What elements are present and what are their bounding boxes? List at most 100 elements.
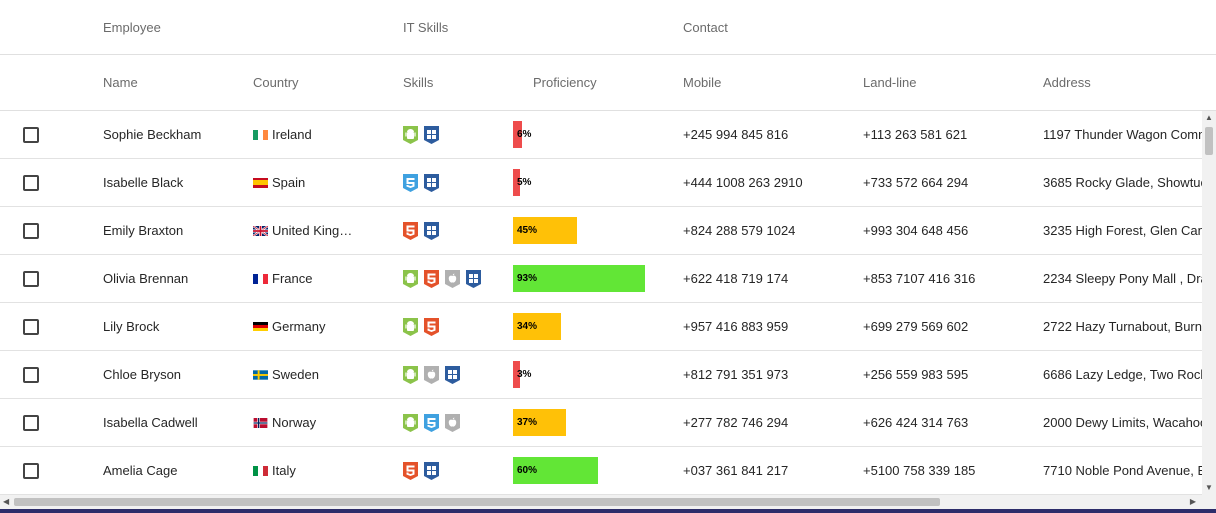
table-row[interactable]: Olivia Brennan France 93% +622 418 719 174 +… [0,255,1202,303]
cell-name[interactable]: Sophie Beckham [103,111,243,158]
cell-country[interactable]: United Kingdom [253,207,393,254]
table-row[interactable]: Amelia Cage Italy 60% +037 361 841 217 +5100… [0,447,1202,495]
group-header-contact[interactable]: Contact [683,0,728,54]
row-checkbox[interactable] [23,414,39,431]
cell-country[interactable]: Italy [253,447,393,494]
column-header-proficiency[interactable]: Proficiency [533,55,597,110]
vertical-scroll-thumb[interactable] [1205,127,1213,155]
cell-mobile[interactable]: +245 994 845 816 [683,111,853,158]
cell-mobile[interactable]: +957 416 883 959 [683,303,853,350]
cell-mobile[interactable]: +277 782 746 294 [683,399,853,446]
cell-name[interactable]: Chloe Bryson [103,351,243,398]
html5-icon [403,461,418,480]
cell-landline[interactable]: +626 424 314 763 [863,399,1033,446]
column-header-mobile[interactable]: Mobile [683,55,721,110]
row-checkbox[interactable] [23,366,39,383]
cell-country[interactable]: Germany [253,303,393,350]
column-header-landline[interactable]: Land-line [863,55,917,110]
row-checkbox[interactable] [23,174,39,191]
cell-landline[interactable]: +993 304 648 456 [863,207,1033,254]
cell-address[interactable]: 2234 Sleepy Pony Mall , Drain [1043,255,1202,302]
row-checkbox[interactable] [23,126,39,143]
cell-address[interactable]: 2722 Hazy Turnabout, Burnt Cabins [1043,303,1202,350]
row-checkbox[interactable] [23,270,39,287]
cell-proficiency[interactable]: 93% [513,255,673,302]
column-header-skills[interactable]: Skills [403,55,433,110]
cell-skills[interactable] [403,447,508,494]
cell-skills[interactable] [403,351,508,398]
table-row[interactable]: Isabella Cadwell Norway 37% +277 782 746 29… [0,399,1202,447]
table-row[interactable]: Chloe Bryson Sweden 3% +812 791 351 973 +256… [0,351,1202,399]
cell-proficiency[interactable]: 37% [513,399,673,446]
cell-proficiency[interactable]: 45% [513,207,673,254]
country-name: Italy [272,463,296,478]
cell-mobile[interactable]: +444 1008 263 2910 [683,159,853,206]
cell-landline[interactable]: +113 263 581 621 [863,111,1033,158]
cell-name[interactable]: Lily Brock [103,303,243,350]
cell-proficiency[interactable]: 5% [513,159,673,206]
cell-name[interactable]: Isabelle Black [103,159,243,206]
cell-skills[interactable] [403,159,508,206]
column-header-country[interactable]: Country [253,55,299,110]
cell-country[interactable]: France [253,255,393,302]
cell-skills[interactable] [403,207,508,254]
table-row[interactable]: Lily Brock Germany 34% +957 416 883 959 +699… [0,303,1202,351]
cell-address[interactable]: 7710 Noble Pond Avenue, Bolivia [1043,447,1202,494]
cell-name[interactable]: Olivia Brennan [103,255,243,302]
cell-proficiency[interactable]: 6% [513,111,673,158]
cell-proficiency[interactable]: 34% [513,303,673,350]
cell-landline[interactable]: +699 279 569 602 [863,303,1033,350]
cell-skills[interactable] [403,303,508,350]
cell-skills[interactable] [403,111,508,158]
column-header-name[interactable]: Name [103,55,138,110]
column-header-address[interactable]: Address [1043,55,1091,110]
table-row[interactable]: Emily Braxton United Kingdom 45% +824 288 5… [0,207,1202,255]
scroll-left-arrow-icon[interactable]: ◀ [3,497,9,507]
row-checkbox[interactable] [23,462,39,479]
table-row[interactable]: Sophie Beckham Ireland 6% +245 994 845 816 +… [0,111,1202,159]
horizontal-scroll-thumb[interactable] [14,498,940,506]
cell-country[interactable]: Norway [253,399,393,446]
cell-proficiency[interactable]: 3% [513,351,673,398]
cell-address[interactable]: 3235 High Forest, Glen Campbell [1043,207,1202,254]
cell-skills[interactable] [403,399,508,446]
cell-mobile[interactable]: +812 791 351 973 [683,351,853,398]
table-row[interactable]: Isabelle Black Spain 5% +444 1008 263 2910 +… [0,159,1202,207]
cell-country[interactable]: Spain [253,159,393,206]
scroll-up-arrow-icon[interactable]: ▲ [1204,113,1214,123]
row-checkbox[interactable] [23,222,39,239]
mac-icon [424,365,439,384]
html5-icon [424,269,439,288]
group-header-employee[interactable]: Employee [103,0,161,54]
row-select-cell [23,207,43,254]
cell-name[interactable]: Emily Braxton [103,207,243,254]
cell-address[interactable]: 2000 Dewy Limits, Wacahoota [1043,399,1202,446]
cell-landline[interactable]: +5100 758 339 185 [863,447,1033,494]
cell-landline[interactable]: +733 572 664 294 [863,159,1033,206]
cell-mobile[interactable]: +037 361 841 217 [683,447,853,494]
cell-mobile[interactable]: +622 418 719 174 [683,255,853,302]
cell-country[interactable]: Sweden [253,351,393,398]
html5-icon [424,317,439,336]
cell-mobile[interactable]: +824 288 579 1024 [683,207,853,254]
scroll-down-arrow-icon[interactable]: ▼ [1204,483,1214,493]
cell-name[interactable]: Isabella Cadwell [103,399,243,446]
cell-proficiency[interactable]: 60% [513,447,673,494]
cell-country[interactable]: Ireland [253,111,393,158]
cell-address[interactable]: 3685 Rocky Glade, Showtucket [1043,159,1202,206]
cell-landline[interactable]: +256 559 983 595 [863,351,1033,398]
cell-landline[interactable]: +853 7107 416 316 [863,255,1033,302]
scroll-right-arrow-icon[interactable]: ▶ [1190,497,1196,507]
row-select-cell [23,399,43,446]
country-name: Ireland [272,127,312,142]
cell-name[interactable]: Amelia Cage [103,447,243,494]
proficiency-label: 5% [517,177,532,188]
column-header-row: Name Country Skills Proficiency Mobile L… [0,55,1216,111]
vertical-scrollbar[interactable]: ▲ ▼ [1202,111,1216,495]
cell-address[interactable]: 6686 Lazy Ledge, Two Rock [1043,351,1202,398]
row-checkbox[interactable] [23,318,39,335]
horizontal-scrollbar[interactable]: ◀ ▶ [0,495,1202,509]
cell-skills[interactable] [403,255,508,302]
group-header-it-skills[interactable]: IT Skills [403,0,448,54]
cell-address[interactable]: 1197 Thunder Wagon Common [1043,111,1202,158]
